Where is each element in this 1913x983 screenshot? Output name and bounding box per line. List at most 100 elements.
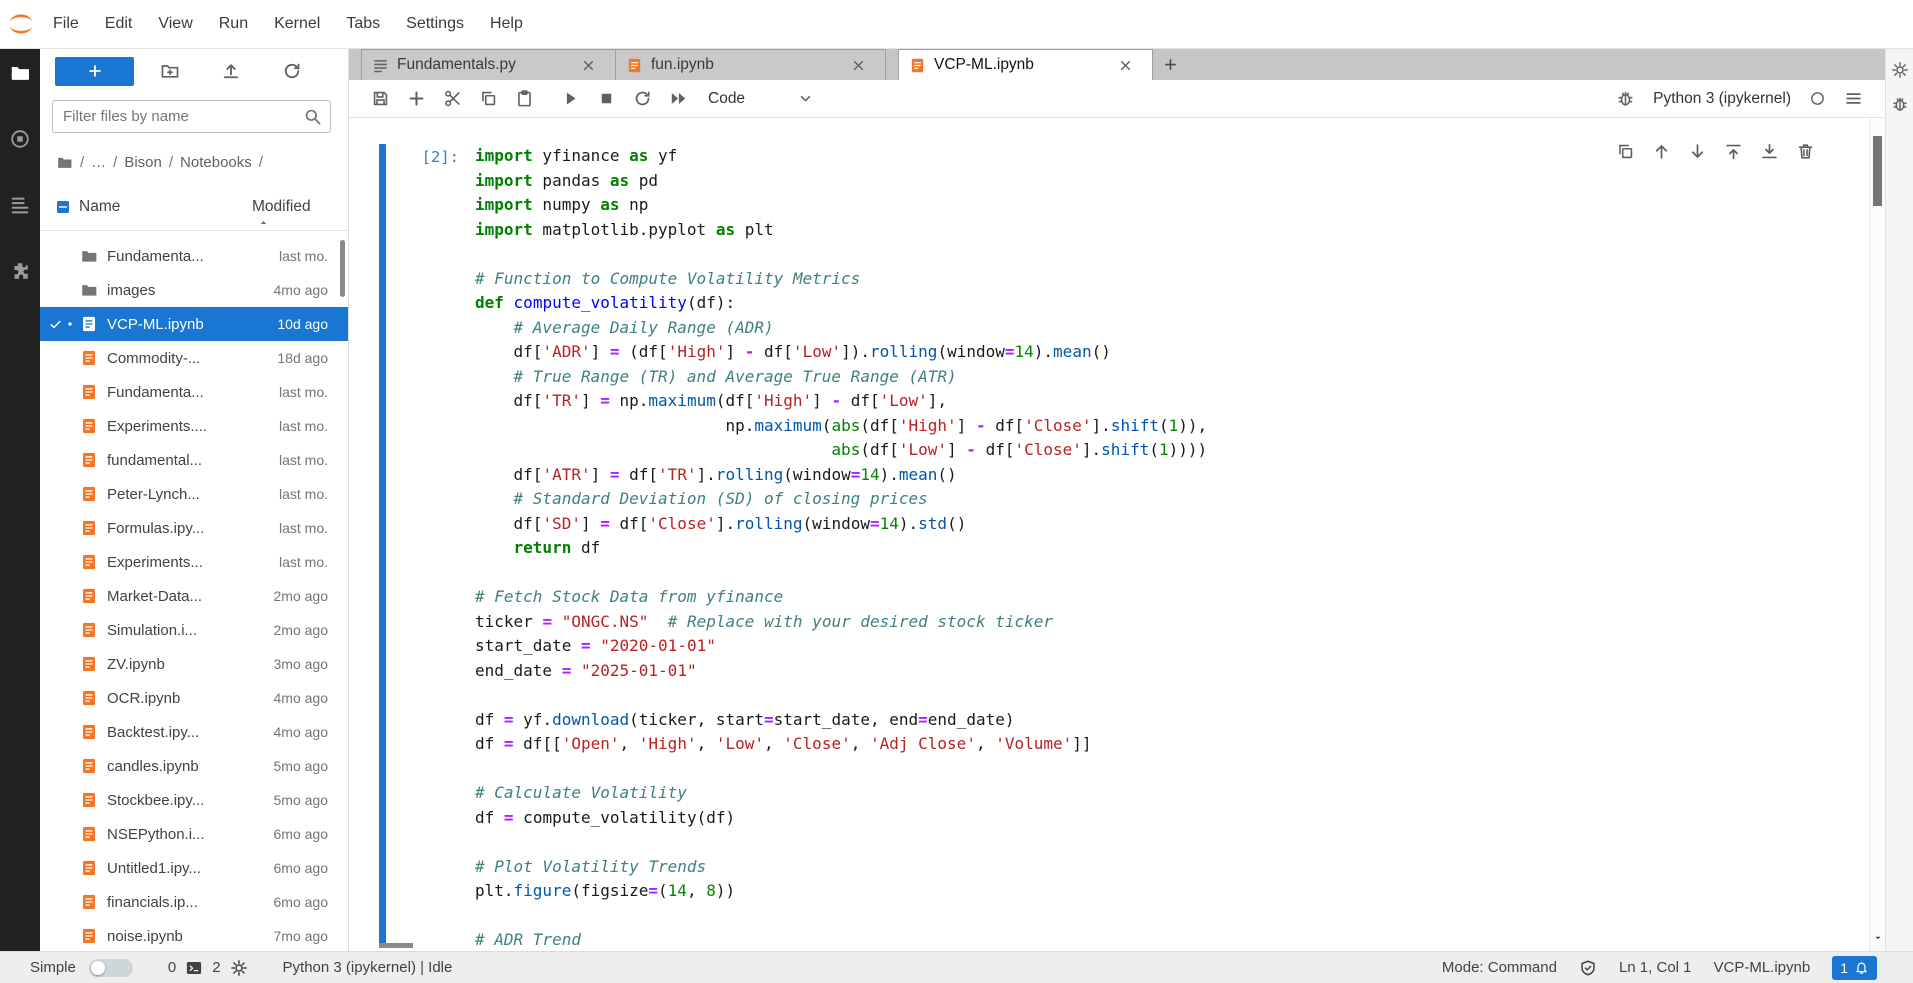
file-row-images[interactable]: images 4mo ago [40,273,348,307]
simple-mode-toggle[interactable] [88,958,133,977]
tab-close-icon[interactable] [1117,57,1134,74]
column-header-modified[interactable]: Modified [252,198,330,224]
code-line: import numpy as np [475,195,649,214]
new-folder-button[interactable] [160,61,180,81]
new-launcher-button[interactable] [55,56,134,86]
active-cell-collapser[interactable] [379,144,386,946]
cell-type-dropdown[interactable]: Code [708,90,814,108]
new-tab-button[interactable] [1153,49,1187,80]
move-cell-up-button[interactable] [1652,142,1671,161]
activity-file-browser[interactable] [9,62,31,84]
file-row-commodity-[interactable]: Commodity-... 18d ago [40,341,348,375]
delete-cell-button[interactable] [1796,142,1815,161]
menu-tabs[interactable]: Tabs [333,0,393,48]
restart-run-all-button[interactable] [669,89,688,108]
file-row-stockbee-ipy-[interactable]: Stockbee.ipy... 5mo ago [40,783,348,817]
file-row-financials-ip-[interactable]: financials.ip... 6mo ago [40,885,348,919]
refresh-icon [633,89,652,108]
menu-edit[interactable]: Edit [92,0,146,48]
tab-close-icon[interactable] [850,57,867,74]
scrollbar-thumb[interactable] [1873,136,1882,206]
file-modified: 18d ago [277,350,328,366]
menu-kernel[interactable]: Kernel [261,0,333,48]
save-button[interactable] [371,89,390,108]
menu-help[interactable]: Help [477,0,536,48]
debugger-button[interactable] [1891,95,1909,113]
tab-fun-ipynb[interactable]: fun.ipynb [616,49,886,80]
menu-view[interactable]: View [145,0,205,48]
debugger-button[interactable] [1616,89,1635,108]
breadcrumb-item[interactable]: … [91,154,106,171]
menu-run[interactable]: Run [206,0,261,48]
file-row-formulas-ipy-[interactable]: Formulas.ipy... last mo. [40,511,348,545]
refresh-file-list-button[interactable] [282,61,302,81]
file-modified: last mo. [278,418,328,434]
restart-kernel-button[interactable] [633,89,652,108]
toolbar-menu-button[interactable] [1844,89,1863,108]
menu-bar: File Edit View Run Kernel Tabs Settings Help [0,0,1913,49]
activity-table-of-contents[interactable] [9,194,31,216]
tab-vcp-ml-ipynb[interactable]: VCP-ML.ipynb [898,49,1153,80]
stop-icon [597,89,616,108]
run-cell-button[interactable] [561,89,580,108]
notebook-scrollbar[interactable] [1869,118,1885,951]
insert-cell-below-button[interactable] [1760,142,1779,161]
kernel-name[interactable]: Python 3 (ipykernel) [1653,90,1791,108]
notebook-icon [80,621,98,639]
file-row-ocr-ipynb[interactable]: OCR.ipynb 4mo ago [40,681,348,715]
activity-running-sessions[interactable] [9,128,31,150]
move-cell-down-button[interactable] [1688,142,1707,161]
cursor-position[interactable]: Ln 1, Col 1 [1619,959,1692,976]
menu-settings[interactable]: Settings [393,0,477,48]
tab-label: Fundamentals.py [397,56,516,73]
upload-files-button[interactable] [221,61,241,81]
select-all-checkbox-icon[interactable] [55,199,71,215]
tab-fundamentals-py[interactable]: Fundamentals.py [361,49,616,80]
interrupt-kernel-button[interactable] [597,89,616,108]
toggle-knob [90,960,105,975]
notebook-icon [80,519,98,537]
file-row-vcp-ml-ipynb[interactable]: VCP-ML.ipynb 10d ago [40,307,348,341]
tab-close-icon[interactable] [580,57,597,74]
file-row-fundamental-[interactable]: fundamental... last mo. [40,443,348,477]
tab-label: fun.ipynb [651,56,714,73]
filter-files-input[interactable] [52,100,331,133]
file-row-simulation-i-[interactable]: Simulation.i... 2mo ago [40,613,348,647]
insert-cell-above-button[interactable] [1724,142,1743,161]
horizontal-scrollbar-thumb[interactable] [379,943,413,948]
file-row-fundamenta-[interactable]: Fundamenta... last mo. [40,375,348,409]
notification-badge[interactable]: 1 [1832,955,1877,980]
kernel-sessions-icon[interactable] [230,959,248,977]
property-inspector-button[interactable] [1891,61,1909,79]
column-header-name[interactable]: Name [79,198,120,216]
duplicate-cell-button[interactable] [1616,142,1635,161]
file-row-noise-ipynb[interactable]: noise.ipynb 7mo ago [40,919,348,951]
arrow-down-icon [1688,142,1707,161]
breadcrumb-item[interactable]: Bison [124,154,162,171]
notebook-icon [80,349,98,367]
file-list-scrollbar-thumb[interactable] [340,240,345,297]
copy-icon [479,89,498,108]
scroll-down-icon[interactable] [1873,933,1883,943]
file-row-experiments-[interactable]: Experiments... last mo. [40,545,348,579]
breadcrumb-item[interactable]: Notebooks [180,154,252,171]
file-row-market-data-[interactable]: Market-Data... 2mo ago [40,579,348,613]
file-row-backtest-ipy-[interactable]: Backtest.ipy... 4mo ago [40,715,348,749]
file-row-fundamenta-[interactable]: Fundamenta... last mo. [40,239,348,273]
file-row-peter-lynch-[interactable]: Peter-Lynch... last mo. [40,477,348,511]
file-row-untitled1-ipy-[interactable]: Untitled1.ipy... 6mo ago [40,851,348,885]
insert-cell-button[interactable] [407,89,426,108]
kernel-status-text[interactable]: Python 3 (ipykernel) | Idle [283,959,453,976]
copy-cell-button[interactable] [479,89,498,108]
cut-cell-button[interactable] [443,89,462,108]
code-editor[interactable]: import yfinance as yf import pandas as pd… [475,144,1795,951]
file-row-candles-ipynb[interactable]: candles.ipynb 5mo ago [40,749,348,783]
activity-extension-manager[interactable] [9,260,31,282]
terminal-icon[interactable] [185,959,203,977]
file-row-zv-ipynb[interactable]: ZV.ipynb 3mo ago [40,647,348,681]
file-row-nsepython-i-[interactable]: NSEPython.i... 6mo ago [40,817,348,851]
home-folder-icon[interactable] [56,154,73,171]
file-row-experiments-[interactable]: Experiments.... last mo. [40,409,348,443]
paste-cell-button[interactable] [515,89,534,108]
menu-file[interactable]: File [40,0,92,48]
